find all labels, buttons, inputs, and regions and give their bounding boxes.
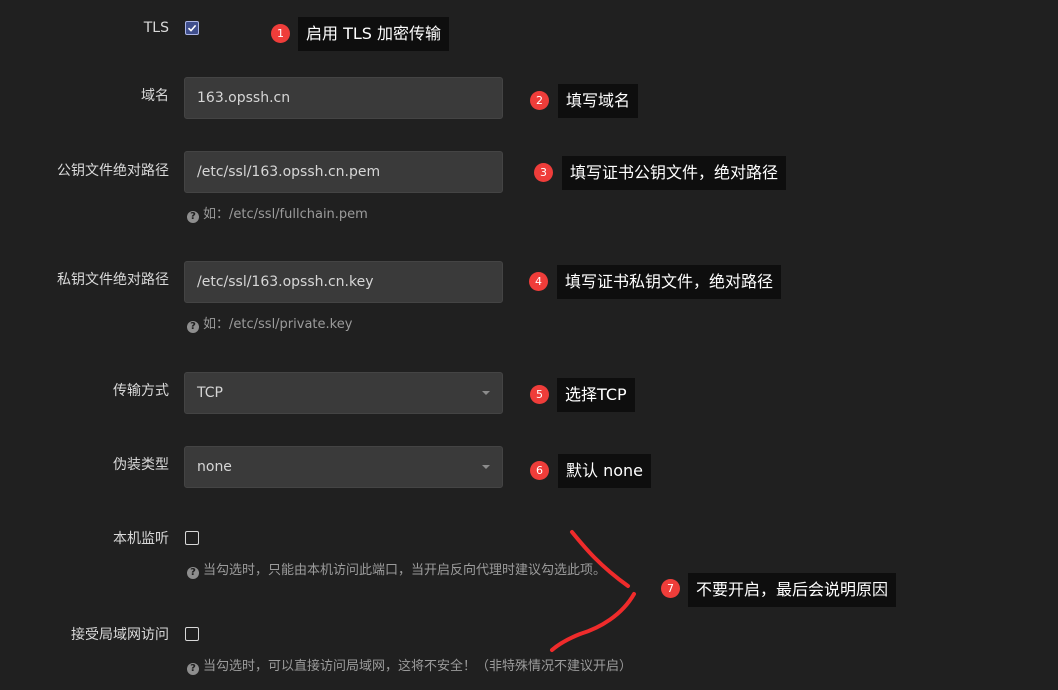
- red-arrow-annotation: [550, 530, 636, 652]
